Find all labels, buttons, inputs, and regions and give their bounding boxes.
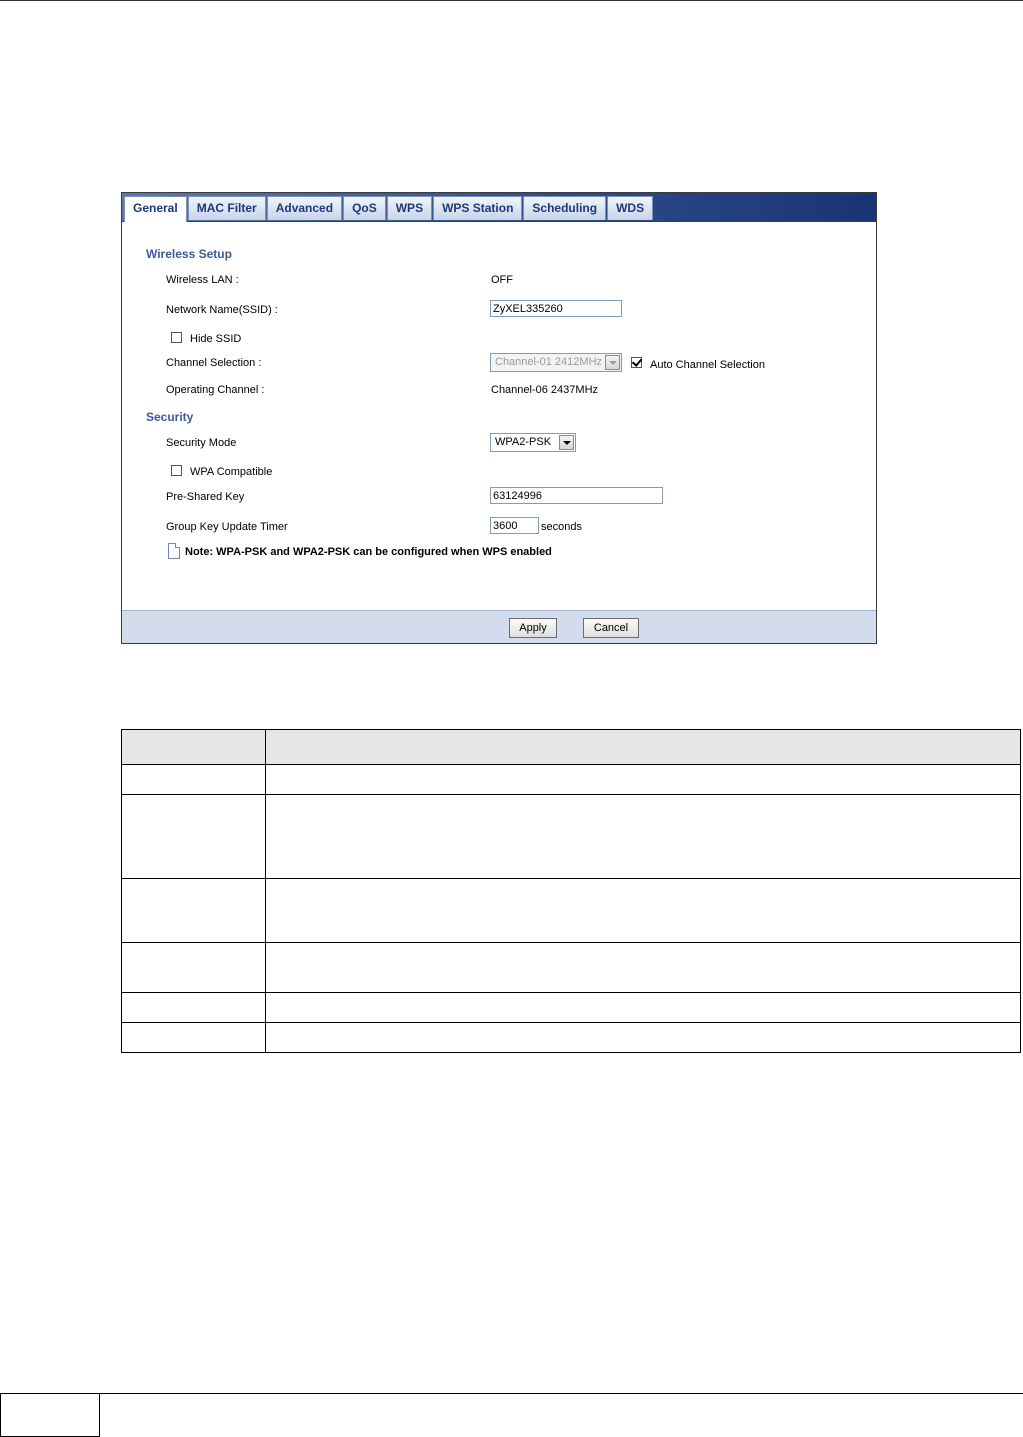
channel-select-value: Channel-01 2412MHz [495,356,603,368]
table-row [121,878,1021,943]
table-cell [121,942,266,993]
table-cell [121,992,266,1023]
psk-label: Pre-Shared Key [166,491,245,503]
table-row [121,764,1021,795]
table-row [121,1022,1021,1053]
ssid-label: Network Name(SSID) : [166,304,278,316]
security-mode-select[interactable]: WPA2-PSK [490,433,576,452]
table-cell [121,1022,266,1053]
table-row [121,992,1021,1023]
table-cell [265,794,1021,879]
group-key-timer-input[interactable] [490,517,539,534]
button-bar: Apply Cancel [122,610,876,643]
chevron-down-icon [559,435,574,450]
tab-mac-filter[interactable]: MAC Filter [187,196,266,220]
table-header-cell [121,729,266,765]
chevron-down-icon [605,355,620,370]
auto-channel-checkbox[interactable] [631,357,642,368]
hide-ssid-label: Hide SSID [190,333,242,345]
group-key-timer-unit: seconds [541,521,582,533]
wireless-setup-title: Wireless Setup [146,247,232,261]
tab-wps-station[interactable]: WPS Station [433,196,523,220]
wireless-general-panel: General MAC Filter Advanced QoS WPS WPS … [121,192,877,644]
tab-qos[interactable]: QoS [343,196,386,220]
table-row [121,794,1021,879]
channel-selection-label: Channel Selection : [166,357,262,369]
page-number-box [0,1393,100,1437]
table-row [121,942,1021,993]
wireless-lan-label: Wireless LAN : [166,274,239,286]
security-title: Security [146,410,194,424]
tab-scheduling[interactable]: Scheduling [523,196,607,220]
operating-channel-label: Operating Channel : [166,384,265,396]
ssid-input[interactable] [490,300,622,317]
auto-channel-label: Auto Channel Selection [650,359,765,371]
page-top-rule [0,0,1023,1]
channel-select[interactable]: Channel-01 2412MHz [490,353,622,372]
psk-input[interactable] [490,487,663,504]
tab-advanced[interactable]: Advanced [266,196,343,220]
page-footer-rule [100,1393,1023,1394]
tab-wds[interactable]: WDS [607,196,654,220]
wpa-compatible-checkbox[interactable] [171,465,182,476]
wireless-lan-value: OFF [491,274,513,286]
operating-channel-value: Channel-06 2437MHz [491,384,599,396]
note-icon [168,543,180,559]
apply-button[interactable]: Apply [509,618,557,638]
security-mode-value: WPA2-PSK [495,436,552,448]
wps-note: Note: WPA-PSK and WPA2-PSK can be config… [185,546,552,558]
cancel-button[interactable]: Cancel [583,618,639,638]
hide-ssid-checkbox[interactable] [171,332,182,343]
table-cell [265,942,1021,993]
tab-bar: General MAC Filter Advanced QoS WPS WPS … [122,193,876,222]
table-cell [265,992,1021,1023]
tab-wps[interactable]: WPS [386,196,433,220]
table-cell [265,764,1021,795]
security-mode-label: Security Mode [166,437,237,449]
group-key-timer-label: Group Key Update Timer [166,521,288,533]
table-header-cell [265,729,1021,765]
tab-general[interactable]: General [124,196,187,222]
wpa-compatible-label: WPA Compatible [190,466,273,478]
description-table [121,729,1021,1053]
table-cell [121,794,266,879]
table-cell [265,878,1021,943]
table-cell [121,764,266,795]
table-cell [121,878,266,943]
table-header-row [121,729,1021,765]
table-cell [265,1022,1021,1053]
